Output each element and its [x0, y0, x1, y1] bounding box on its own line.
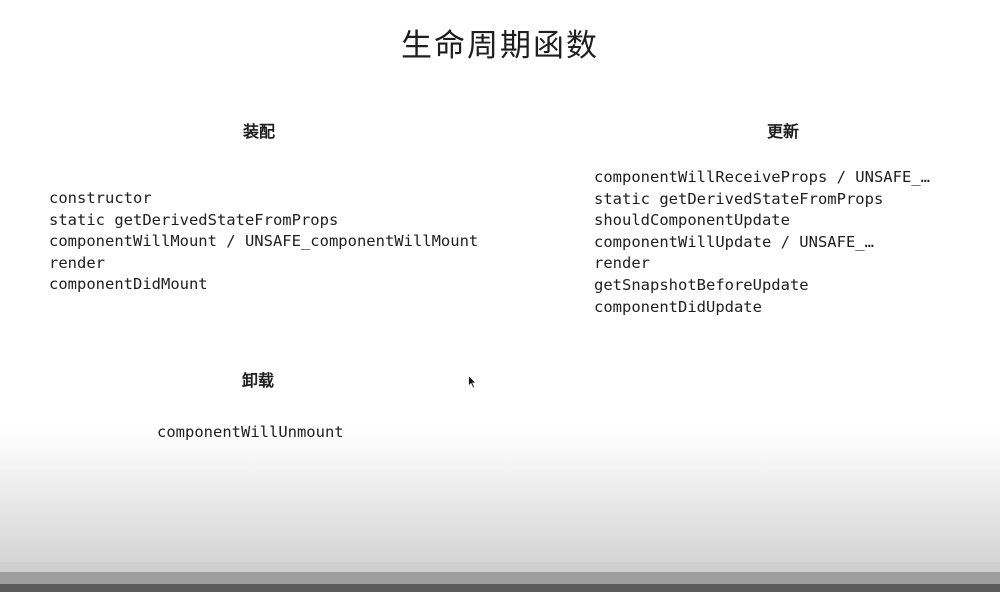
mount-method-item: componentDidMount: [49, 275, 208, 294]
unmount-section-heading: 卸载: [242, 371, 275, 390]
update-method-item: static getDerivedStateFromProps: [594, 189, 884, 208]
mount-method-item: constructor: [49, 189, 152, 207]
update-section-heading: 更新: [767, 122, 800, 141]
update-method-item: getSnapshotBeforeUpdate: [594, 275, 809, 294]
update-method-item: shouldComponentUpdate: [594, 211, 790, 230]
bottom-band-dark: [0, 584, 1000, 592]
mount-method-item: componentWillMount / UNSAFE_componentWil…: [49, 232, 479, 251]
update-methods-list: componentWillReceiveProps / UNSAFE_… sta…: [594, 167, 964, 318]
mount-method-item: static getDerivedStateFromProps: [49, 210, 339, 229]
slide: 生命周期函数 装配 constructor static getDerivedS…: [0, 0, 1000, 592]
slide-title: 生命周期函数: [401, 28, 599, 64]
mount-methods-list: constructor static getDerivedStateFromPr…: [49, 188, 478, 296]
update-method-item: componentWillReceiveProps / UNSAFE_…: [594, 168, 930, 186]
update-method-item: componentWillUpdate / UNSAFE_…: [594, 232, 874, 251]
update-method-item: render: [594, 254, 650, 273]
mouse-pointer-icon: [468, 375, 477, 389]
bottom-band-light: [0, 562, 1000, 572]
update-method-item: componentDidUpdate: [594, 297, 762, 316]
unmount-method-item: componentWillUnmount: [157, 423, 344, 441]
bottom-band-mid: [0, 572, 1000, 584]
mount-section-heading: 装配: [243, 122, 276, 141]
mount-method-item: render: [49, 253, 105, 272]
unmount-methods-list: componentWillUnmount: [157, 422, 344, 444]
